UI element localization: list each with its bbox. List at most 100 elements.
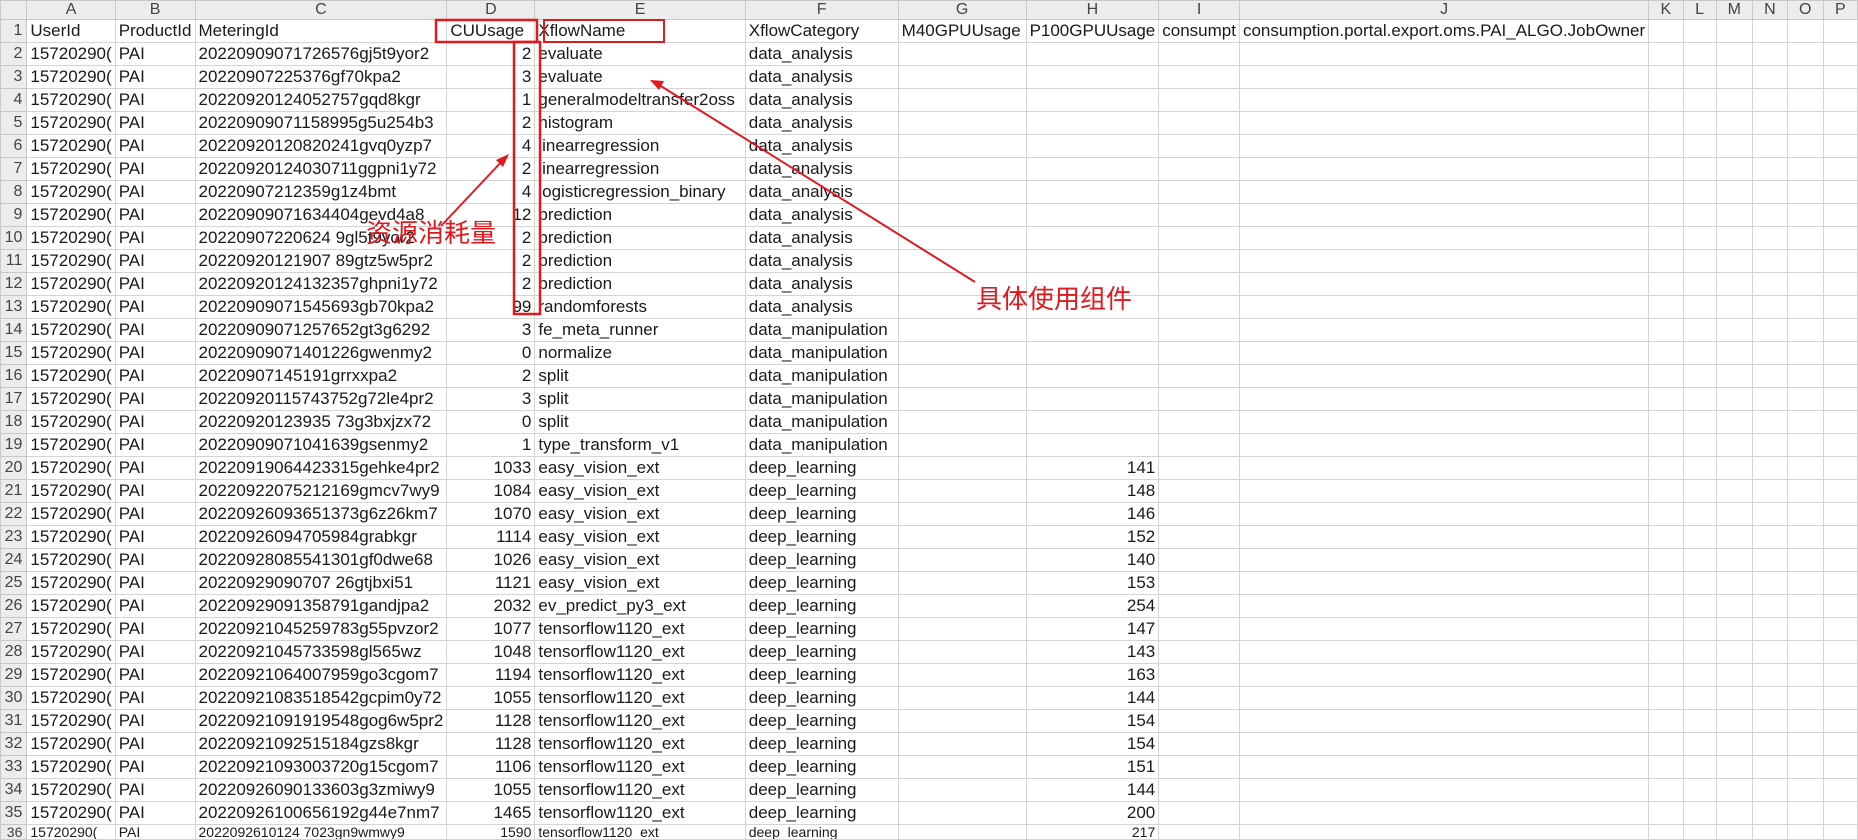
cell[interactable]: 20220926100656192g44e7nm7 (194, 801, 448, 825)
row-number[interactable]: 16 (0, 364, 28, 388)
cell[interactable] (1648, 571, 1684, 595)
cell[interactable]: deep_learning (744, 456, 899, 480)
cell[interactable]: deep_learning (744, 824, 899, 840)
cell[interactable]: PAI (114, 134, 196, 158)
cell[interactable] (1238, 548, 1650, 572)
cell[interactable]: 147 (1025, 617, 1160, 641)
cell[interactable] (1158, 686, 1240, 710)
cell[interactable] (1751, 180, 1788, 204)
cell[interactable]: 20220922075212169gmcv7wy9 (194, 479, 448, 503)
cell[interactable] (1158, 134, 1240, 158)
cell[interactable] (1786, 134, 1824, 158)
cell[interactable] (1715, 387, 1753, 411)
cell[interactable] (1822, 617, 1858, 641)
cell[interactable] (1751, 640, 1788, 664)
cell[interactable]: 15720290( (26, 801, 116, 825)
row-number[interactable]: 3 (0, 65, 28, 89)
cell[interactable] (1822, 318, 1858, 342)
cell[interactable] (1648, 111, 1684, 135)
cell[interactable] (1158, 433, 1240, 457)
cell[interactable]: 3 (446, 387, 536, 411)
cell[interactable] (1715, 571, 1753, 595)
cell[interactable] (1786, 111, 1824, 135)
cell[interactable] (1786, 548, 1824, 572)
cell[interactable] (897, 410, 1027, 434)
cell[interactable] (1648, 157, 1684, 181)
cell[interactable] (1682, 180, 1717, 204)
cell[interactable] (1786, 157, 1824, 181)
cell[interactable] (1648, 410, 1684, 434)
cell[interactable] (1822, 709, 1858, 733)
cell[interactable] (1751, 525, 1788, 549)
cell[interactable]: 1 (446, 433, 536, 457)
cell[interactable] (1682, 640, 1717, 664)
cell[interactable]: PAI (114, 824, 196, 840)
cell[interactable]: CUUsage (446, 19, 536, 43)
cell[interactable] (1786, 203, 1824, 227)
cell[interactable] (1238, 387, 1650, 411)
cell[interactable]: deep_learning (744, 663, 899, 687)
cell[interactable] (1822, 479, 1858, 503)
cell[interactable] (1648, 548, 1684, 572)
cell[interactable]: data_manipulation (744, 387, 899, 411)
cell[interactable] (1682, 272, 1717, 296)
cell[interactable]: 144 (1025, 686, 1160, 710)
cell[interactable] (1715, 502, 1753, 526)
cell[interactable] (1786, 272, 1824, 296)
cell[interactable] (1158, 180, 1240, 204)
cell[interactable]: 15720290( (26, 364, 116, 388)
cell[interactable] (1822, 548, 1858, 572)
cell[interactable]: PAI (114, 203, 196, 227)
cell[interactable] (1822, 157, 1858, 181)
column-header-f[interactable]: F (744, 0, 899, 20)
cell[interactable] (1682, 157, 1717, 181)
cell[interactable] (1682, 318, 1717, 342)
cell[interactable] (1822, 19, 1858, 43)
cell[interactable] (1751, 387, 1788, 411)
cell[interactable] (1158, 157, 1240, 181)
cell[interactable] (1786, 410, 1824, 434)
cell[interactable] (897, 157, 1027, 181)
cell[interactable] (1786, 594, 1824, 618)
cell[interactable] (1751, 571, 1788, 595)
cell[interactable] (1822, 364, 1858, 388)
cell[interactable]: 15720290( (26, 456, 116, 480)
cell[interactable] (1786, 295, 1824, 319)
cell[interactable] (897, 318, 1027, 342)
row-number[interactable]: 14 (0, 318, 28, 342)
cell[interactable] (1786, 709, 1824, 733)
cell[interactable] (1158, 226, 1240, 250)
cell[interactable] (1238, 249, 1650, 273)
cell[interactable] (1158, 88, 1240, 112)
cell[interactable] (1715, 318, 1753, 342)
cell[interactable] (1158, 571, 1240, 595)
row-number[interactable]: 2 (0, 42, 28, 66)
cell[interactable]: 141 (1025, 456, 1160, 480)
cell[interactable] (1786, 318, 1824, 342)
cell[interactable] (1822, 433, 1858, 457)
cell[interactable] (1715, 433, 1753, 457)
cell[interactable] (1786, 341, 1824, 365)
cell[interactable] (897, 778, 1027, 802)
cell[interactable] (1158, 249, 1240, 273)
cell[interactable]: deep_learning (744, 617, 899, 641)
cell[interactable] (1822, 594, 1858, 618)
cell[interactable] (1025, 249, 1160, 273)
cell[interactable]: 1026 (446, 548, 536, 572)
cell[interactable] (897, 88, 1027, 112)
cell[interactable] (1648, 249, 1684, 273)
cell[interactable] (897, 42, 1027, 66)
cell[interactable]: easy_vision_ext (534, 548, 746, 572)
cell[interactable]: easy_vision_ext (534, 456, 746, 480)
cell[interactable] (897, 525, 1027, 549)
cell[interactable]: PAI (114, 341, 196, 365)
cell[interactable]: data_analysis (744, 88, 899, 112)
row-number[interactable]: 12 (0, 272, 28, 296)
cell[interactable] (1715, 249, 1753, 273)
cell[interactable]: tensorflow1120_ext (534, 778, 746, 802)
cell[interactable]: 15720290( (26, 410, 116, 434)
cell[interactable] (1238, 341, 1650, 365)
cell[interactable]: 0 (446, 341, 536, 365)
cell[interactable]: 1128 (446, 732, 536, 756)
cell[interactable]: 15720290( (26, 272, 116, 296)
